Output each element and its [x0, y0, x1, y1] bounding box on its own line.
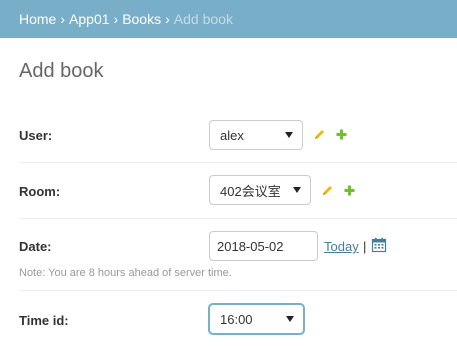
form-row-date: Date: 2018-05-02 Today | Note: You are 8… [19, 219, 457, 291]
chevron-down-icon [285, 132, 293, 138]
breadcrumb-app[interactable]: App01 [69, 11, 109, 27]
form-row-time-id: Time id: 16:00 [19, 291, 457, 346]
timezone-note: Note: You are 8 hours ahead of server ti… [19, 267, 232, 279]
user-label: User: [19, 128, 53, 143]
form-row-room: Room: 402会议室 [19, 163, 457, 219]
pencil-icon[interactable] [313, 128, 326, 141]
plus-icon[interactable] [335, 128, 348, 141]
link-separator: | [363, 239, 367, 254]
page-title: Add book [19, 60, 104, 82]
date-input[interactable]: 2018-05-02 [209, 231, 318, 261]
time-id-label: Time id: [19, 313, 69, 328]
plus-icon[interactable] [343, 184, 356, 197]
breadcrumb-separator: › [60, 11, 66, 27]
user-select-value: alex [220, 127, 244, 143]
calendar-icon[interactable] [371, 237, 387, 253]
today-link[interactable]: Today [324, 239, 359, 254]
breadcrumb-model[interactable]: Books [122, 11, 161, 27]
time-id-select-value: 16:00 [220, 311, 253, 327]
room-select[interactable]: 402会议室 [209, 175, 311, 205]
chevron-down-icon [286, 316, 294, 322]
date-label: Date: [19, 239, 52, 254]
breadcrumb-separator: › [165, 11, 170, 27]
breadcrumb-home[interactable]: Home [19, 11, 56, 27]
breadcrumb-current: Add book [173, 11, 233, 27]
room-select-value: 402会议室 [220, 183, 281, 199]
user-select[interactable]: alex [209, 120, 303, 150]
breadcrumb: Home › App01 › Books › Add book [0, 0, 457, 38]
room-label: Room: [19, 184, 61, 199]
pencil-icon[interactable] [321, 184, 334, 197]
chevron-down-icon [293, 187, 301, 193]
form-row-user: User: alex [19, 110, 457, 163]
breadcrumb-separator: › [113, 11, 119, 27]
time-id-select[interactable]: 16:00 [209, 304, 304, 334]
